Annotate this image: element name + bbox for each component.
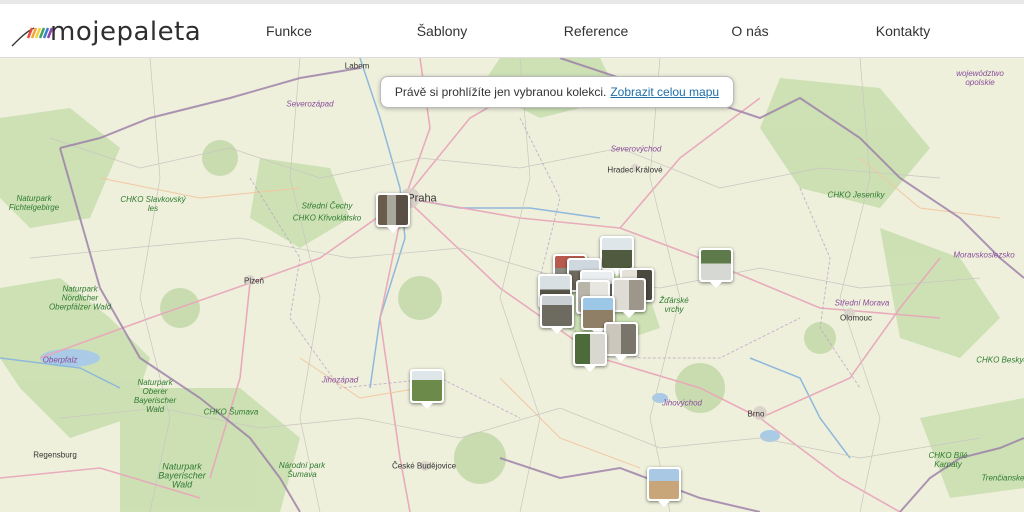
- nav-o-nas[interactable]: O nás: [731, 4, 768, 58]
- map-label-zdarske: Žďárské vrchy: [659, 296, 689, 314]
- photo-marker[interactable]: [699, 248, 733, 288]
- map-label-chko-beskydy: CHKO Beskydy: [976, 355, 1024, 365]
- photo-thumbnail: [602, 238, 632, 268]
- map-label-regensburg: Regensburg: [33, 450, 77, 460]
- nav-kontakty[interactable]: Kontakty: [876, 4, 930, 58]
- map-label-stredni-cechy: Střední Čechy: [301, 201, 353, 211]
- photo-marker[interactable]: [647, 467, 681, 507]
- map-label-hradec: Hradec Králové: [607, 165, 663, 175]
- map-label-plzen: Plzeň: [243, 276, 265, 286]
- map-label-narodni-park: Národní park Šumava: [278, 461, 326, 479]
- nav-reference[interactable]: Reference: [564, 4, 629, 58]
- map-label-jihovychod: Jihovýchod: [661, 398, 703, 408]
- map-label-ceske-budejovice: České Budějovice: [391, 461, 457, 471]
- photo-marker[interactable]: [540, 294, 574, 334]
- map-label-chko-jeseniky: CHKO Jeseníky: [827, 190, 885, 200]
- main-nav: Funkce Šablony Reference O nás Kontakty: [0, 4, 1024, 58]
- map-label-oberpfalz: Oberpfalz: [42, 355, 78, 365]
- map-label-naturpark-bayerischer: Naturpark Bayerischer Wald: [158, 461, 206, 490]
- photo-thumbnail: [701, 250, 731, 280]
- site-header: mojepaleta Funkce Šablony Reference O ná…: [0, 4, 1024, 58]
- photo-marker[interactable]: [600, 236, 634, 276]
- collection-banner: Právě si prohlížíte jen vybranou kolekci…: [380, 76, 734, 108]
- map-label-chko-slavkovsky: CHKO Slavkovský les: [120, 195, 186, 213]
- map-label-brno: Brno: [747, 409, 765, 419]
- map-label-chko-sumava: CHKO Šumava: [203, 407, 259, 417]
- banner-text: Právě si prohlížíte jen vybranou kolekci…: [394, 85, 607, 99]
- photo-marker[interactable]: [612, 278, 646, 318]
- map-label-stredni-morava: Střední Morava: [834, 298, 890, 308]
- photo-marker[interactable]: [604, 322, 638, 362]
- map-label-chko-krivoklatsko: CHKO Křivoklátsko: [292, 213, 362, 223]
- map-label-naturpark-oberer: Naturpark Oberer Bayerischer Wald: [133, 378, 177, 414]
- map-label-naturpark-nordlicher: Naturpark Nördlicher Oberpfälzer Wald: [48, 284, 112, 312]
- photo-thumbnail: [606, 324, 636, 354]
- show-full-map-link[interactable]: Zobrazit celou mapu: [610, 85, 719, 99]
- map-label-jihozapad: Jihozápad: [321, 375, 359, 385]
- map-view[interactable]: Labem Severozápad Praha Severovýchod Hra…: [0, 58, 1024, 512]
- photo-thumbnail: [542, 296, 572, 326]
- photo-thumbnail: [649, 469, 679, 499]
- nav-funkce[interactable]: Funkce: [266, 4, 312, 58]
- map-label-olomouc: Olomouc: [839, 313, 873, 323]
- map-label-trencianske: Trenčianske: [981, 473, 1024, 483]
- map-label-labem: Labem: [344, 61, 370, 71]
- map-base-layer: [0, 58, 1024, 512]
- map-label-chko-bile-karpaty: CHKO Bílé Karpaty: [928, 451, 968, 469]
- photo-thumbnail: [575, 334, 605, 364]
- map-label-naturpark-fichtel: Naturpark Fichtelgebirge: [8, 194, 60, 212]
- map-label-wojewodztwo: województwo opolskie: [956, 69, 1004, 87]
- nav-sablony[interactable]: Šablony: [417, 4, 468, 58]
- photo-marker[interactable]: [376, 193, 410, 233]
- map-label-moravskoslezsko: Moravskoslezsko: [953, 250, 1015, 260]
- map-label-severozapad: Severozápad: [286, 99, 334, 109]
- photo-thumbnail: [378, 195, 408, 225]
- map-label-praha: Praha: [407, 192, 437, 205]
- photo-thumbnail: [614, 280, 644, 310]
- photo-marker[interactable]: [410, 369, 444, 409]
- map-label-severovychod: Severovýchod: [610, 144, 662, 154]
- photo-thumbnail: [412, 371, 442, 401]
- photo-marker[interactable]: [573, 332, 607, 372]
